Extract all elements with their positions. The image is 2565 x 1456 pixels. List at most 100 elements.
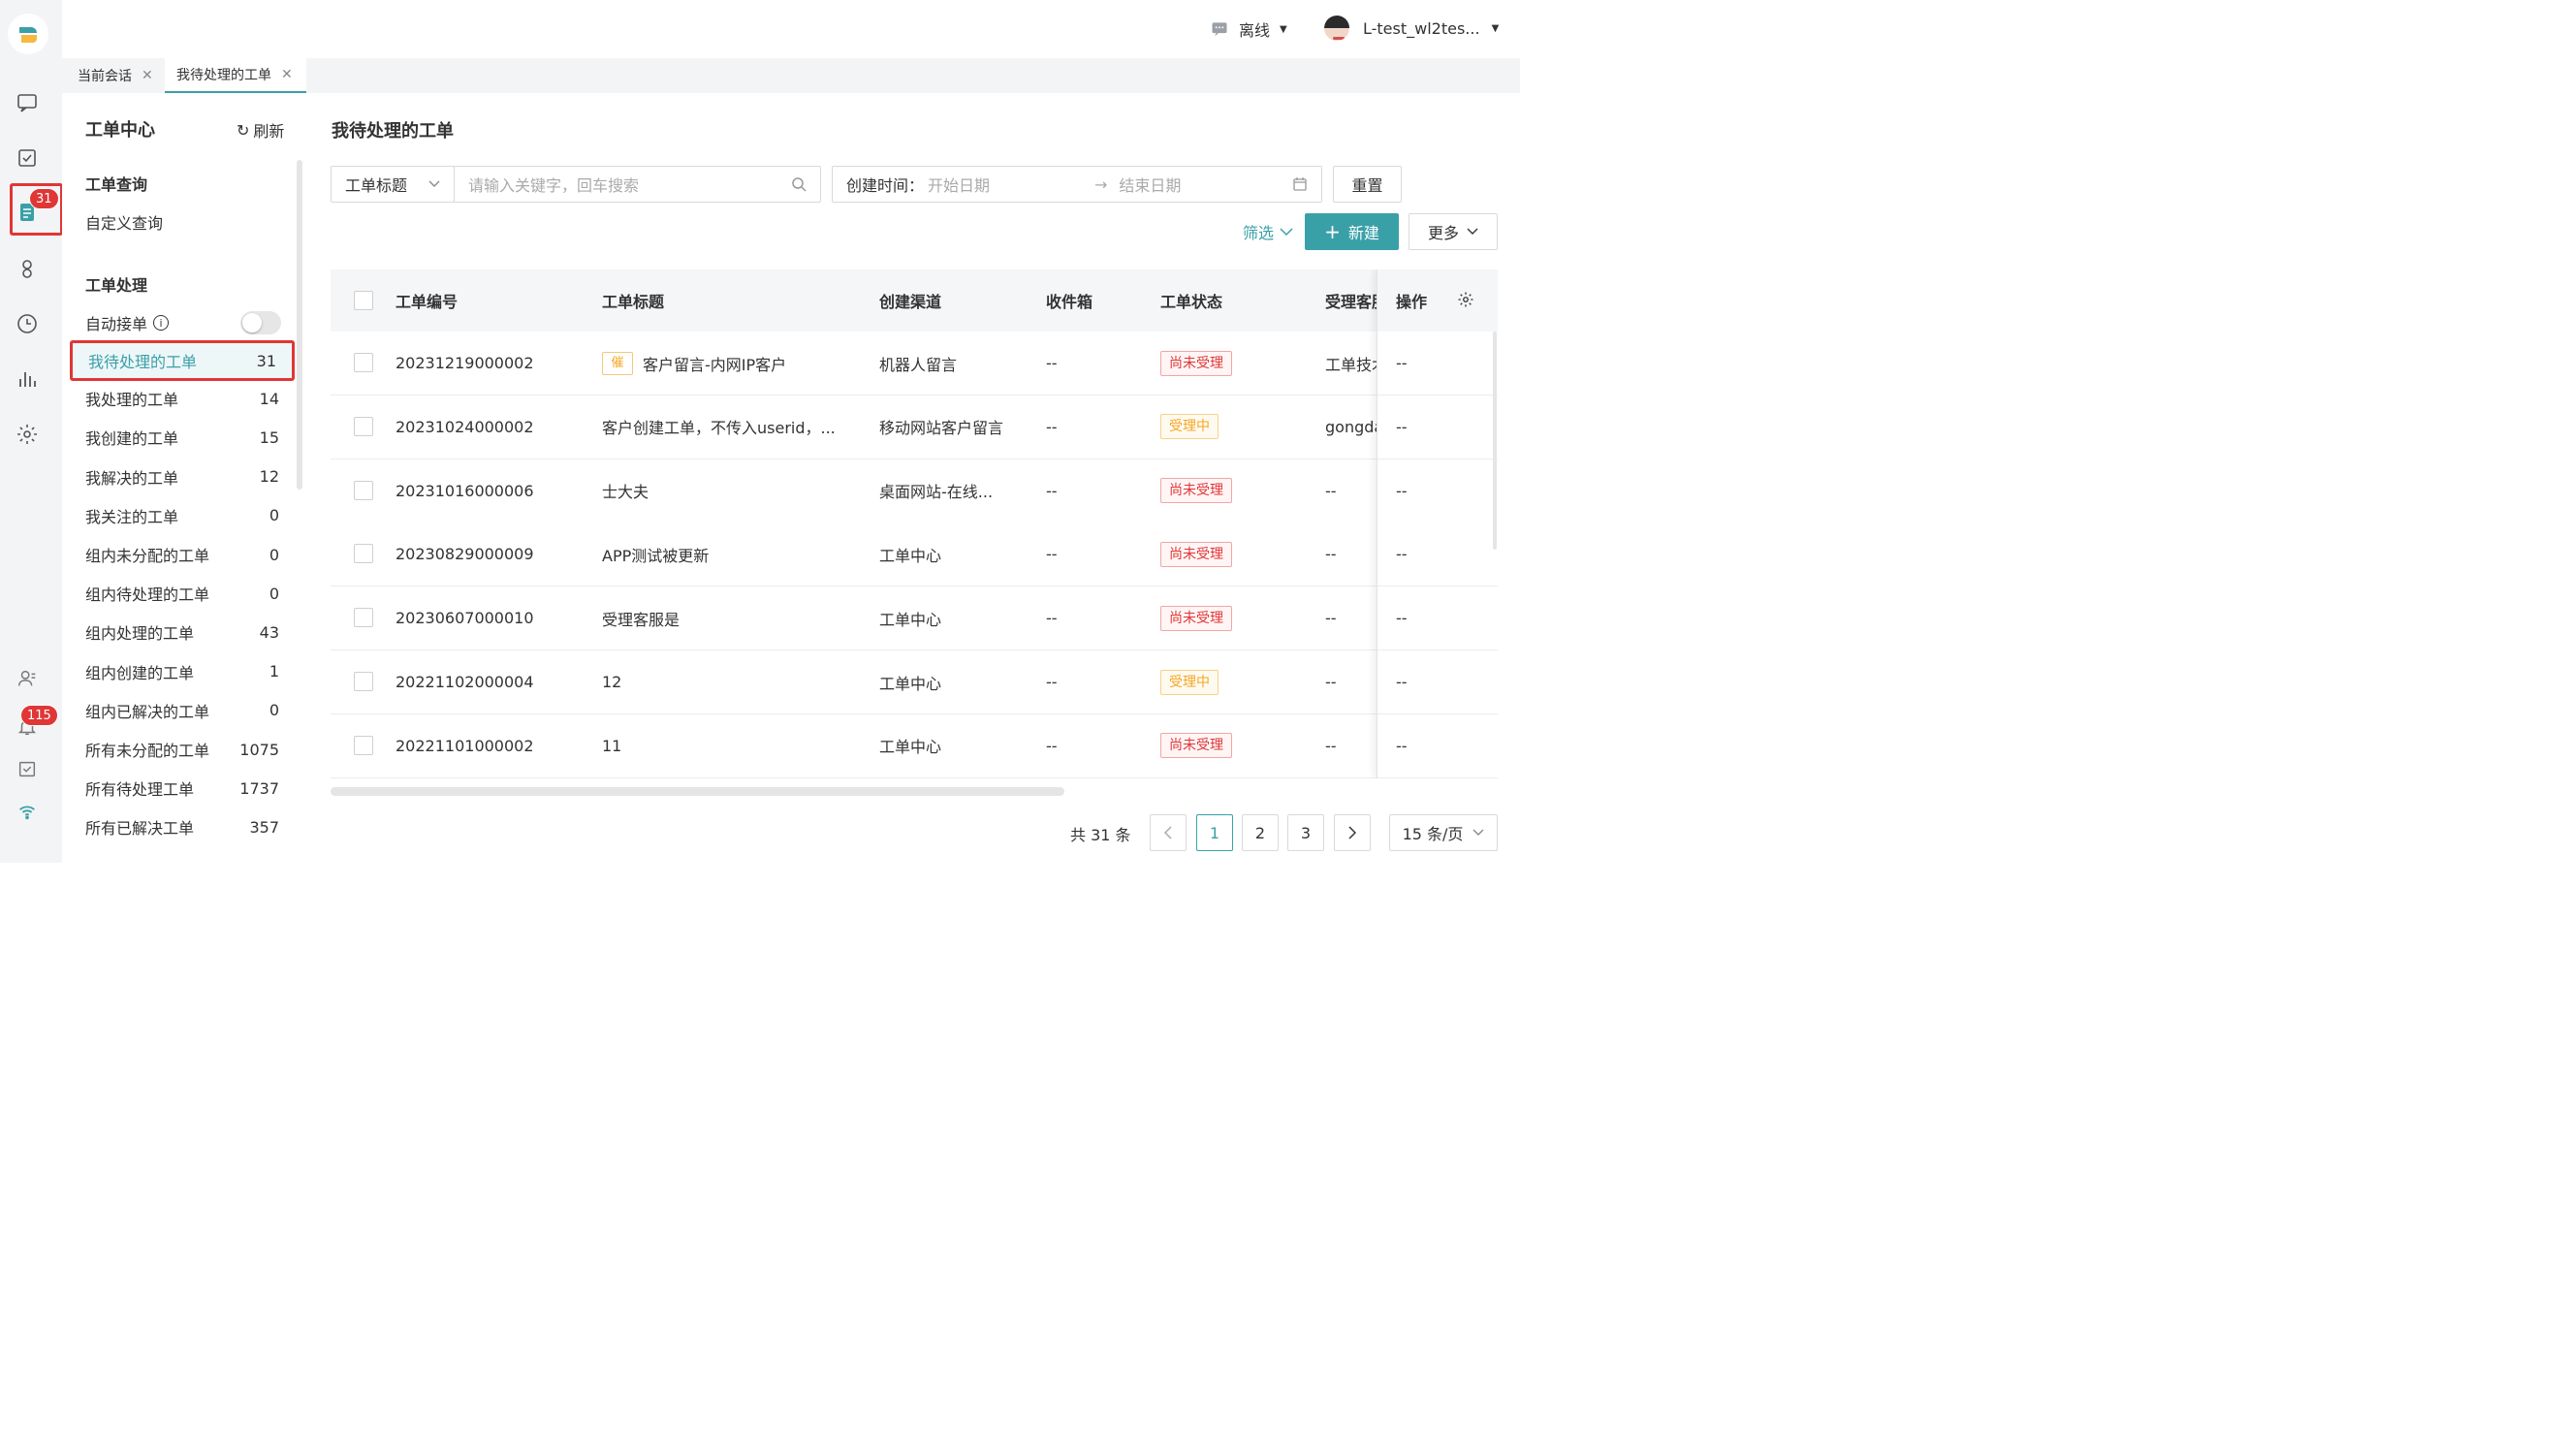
page-1-button[interactable]: 1 [1196,814,1233,851]
contacts-icon[interactable] [14,255,41,282]
status-badge: 尚未受理 [1160,733,1232,759]
col-agent[interactable]: 受理客服 [1325,269,1377,332]
sidebar-item[interactable]: 我解决的工单 12 [85,458,279,496]
ticket-title-text: 客户创建工单，不传入userid，... [602,419,836,438]
auto-accept-toggle[interactable] [240,311,281,334]
sidebar-scrollbar[interactable] [297,160,302,490]
table-row[interactable]: 20231024000002 客户创建工单，不传入userid，... 移动网站客户… [331,395,1498,459]
row-checkbox[interactable] [354,735,373,755]
page-size-select[interactable]: 15 条/页 [1389,814,1498,851]
col-id[interactable]: 工单编号 [396,269,458,332]
date-end-input[interactable]: 结束日期 [1119,173,1292,196]
more-button[interactable]: 更多 [1409,213,1498,250]
sidebar-item[interactable]: 我处理的工单 14 [85,379,279,418]
ticket-title[interactable]: APP测试被更新 [602,522,864,586]
table-row[interactable]: 20230607000010 受理客服是 工单中心 -- 尚未受理 -- -- [331,586,1498,651]
col-status[interactable]: 工单状态 [1160,269,1222,332]
ticket-id: 20231024000002 [396,417,534,436]
sidebar-item-count: 14 [259,389,279,408]
stats-chart-icon[interactable] [14,365,41,393]
sidebar-item-count: 0 [269,545,279,564]
row-checkbox[interactable] [354,480,373,500]
table-row[interactable]: 20231016000006 士大夫 桌面网站-在线... -- 尚未受理 -- -- [331,459,1498,523]
search-field-select[interactable]: 工单标题 [331,166,455,203]
table-row[interactable]: 20230829000009 APP测试被更新 工单中心 -- 尚未受理 -- -- [331,522,1498,587]
table-vertical-scrollbar[interactable] [1493,332,1497,550]
sidebar-item-label: 组内处理的工单 [85,624,195,644]
search-icon[interactable] [791,176,807,192]
sidebar-item[interactable]: 我创建的工单 15 [85,418,279,457]
sidebar-item-label: 组内创建的工单 [85,663,195,682]
sidebar-item[interactable]: 所有待处理工单 1737 [85,769,279,807]
col-channel[interactable]: 创建渠道 [879,269,941,332]
sidebar-item[interactable]: 所有未分配的工单 1075 [85,730,279,769]
row-checkbox[interactable] [354,544,373,564]
sidebar-item-count: 43 [259,622,279,642]
reset-button[interactable]: 重置 [1333,166,1402,203]
ticket-title[interactable]: 客户创建工单，不传入userid，... [602,396,864,459]
row-checkbox[interactable] [354,672,373,691]
ticket-id: 20221101000002 [396,736,534,755]
refresh-button[interactable]: ↻ 刷新 [237,118,284,142]
history-clock-icon[interactable] [14,310,41,337]
user-menu[interactable]: L-test_wl2tes... ▼ [1322,14,1499,43]
ticket-title-text: 受理客服是 [602,610,681,629]
row-checkbox[interactable] [354,353,373,372]
task-check-icon[interactable] [14,144,41,172]
prev-page-button[interactable] [1150,814,1187,851]
info-icon[interactable]: i [153,315,170,331]
search-input[interactable]: 请输入关键字，回车搜索 [454,166,821,203]
date-range-picker[interactable]: 创建时间： 开始日期 → 结束日期 [832,166,1322,203]
col-inbox[interactable]: 收件箱 [1046,269,1092,332]
sidebar-item-active[interactable]: 我待处理的工单 31 [70,340,295,381]
sidebar-item[interactable]: 我关注的工单 0 [85,496,279,535]
ticket-title[interactable]: 催客户留言-内网IP客户 [602,332,864,395]
ticket-title[interactable]: 受理客服是 [602,586,864,649]
chat-icon[interactable] [14,89,41,116]
new-ticket-button[interactable]: + 新建 [1305,213,1399,250]
sidebar-item[interactable]: 所有已解决工单 357 [85,807,279,846]
custom-query-link[interactable]: 自定义查询 [85,210,163,234]
page-2-button[interactable]: 2 [1242,814,1279,851]
table-horizontal-scrollbar[interactable] [331,787,1064,796]
sidebar-item[interactable]: 组内待处理的工单 0 [85,574,279,613]
close-icon[interactable]: ✕ [281,67,293,82]
ticket-title[interactable]: 12 [602,650,864,713]
select-all-checkbox[interactable] [354,291,373,310]
tab-my-pending-tickets[interactable]: 我待处理的工单 ✕ [165,58,306,93]
next-page-button[interactable] [1334,814,1371,851]
filter-toggle[interactable]: 筛选 [1243,221,1293,242]
status-selector[interactable]: 离线 ▼ [1210,17,1287,41]
agent-status-icon[interactable] [14,665,41,692]
table-row[interactable]: 20221101000002 11 工单中心 -- 尚未受理 -- -- [331,713,1498,778]
tab-current-session[interactable]: 当前会话 ✕ [78,58,153,93]
settings-gear-icon[interactable] [14,421,41,448]
inbox-check-icon[interactable] [14,755,41,782]
ticket-title[interactable]: 士大夫 [602,459,864,522]
row-checkbox[interactable] [354,608,373,628]
top-bar: 离线 ▼ L-test_wl2tes... ▼ [62,0,1520,58]
date-start-input[interactable]: 开始日期 [928,173,1083,196]
col-title[interactable]: 工单标题 [602,269,664,332]
sidebar-item[interactable]: 组内未分配的工单 0 [85,535,279,574]
status-badge: 尚未受理 [1160,478,1232,504]
sidebar-item[interactable]: 组内创建的工单 1 [85,652,279,691]
ticket-inbox: -- [1046,673,1058,691]
table-row[interactable]: 20231219000002 催客户留言-内网IP客户 机器人留言 -- 尚未受理 工单技… [331,332,1498,396]
total-count: 共 31 条 [1070,826,1131,844]
close-icon[interactable]: ✕ [142,68,153,83]
sidebar-item[interactable]: 组内已解决的工单 0 [85,691,279,730]
sidebar-item[interactable]: 组内处理的工单 43 [85,613,279,651]
sidebar-title: 工单中心 [85,120,155,141]
sidebar-item-label: 组内已解决的工单 [85,702,210,721]
auto-accept-label: 自动接单 [85,315,148,333]
column-settings-gear-icon[interactable] [1457,291,1474,308]
tab-bar: 当前会话 ✕ 我待处理的工单 ✕ [62,58,1520,93]
row-checkbox[interactable] [354,416,373,436]
ticket-status-cell: 尚未受理 [1160,714,1232,777]
table-row[interactable]: 20221102000004 12 工单中心 -- 受理中 -- -- [331,650,1498,714]
ticket-title[interactable]: 11 [602,714,864,777]
chevron-left-icon [1164,826,1172,839]
page-3-button[interactable]: 3 [1287,814,1324,851]
ticket-agent: 工单技术 [1325,355,1377,374]
